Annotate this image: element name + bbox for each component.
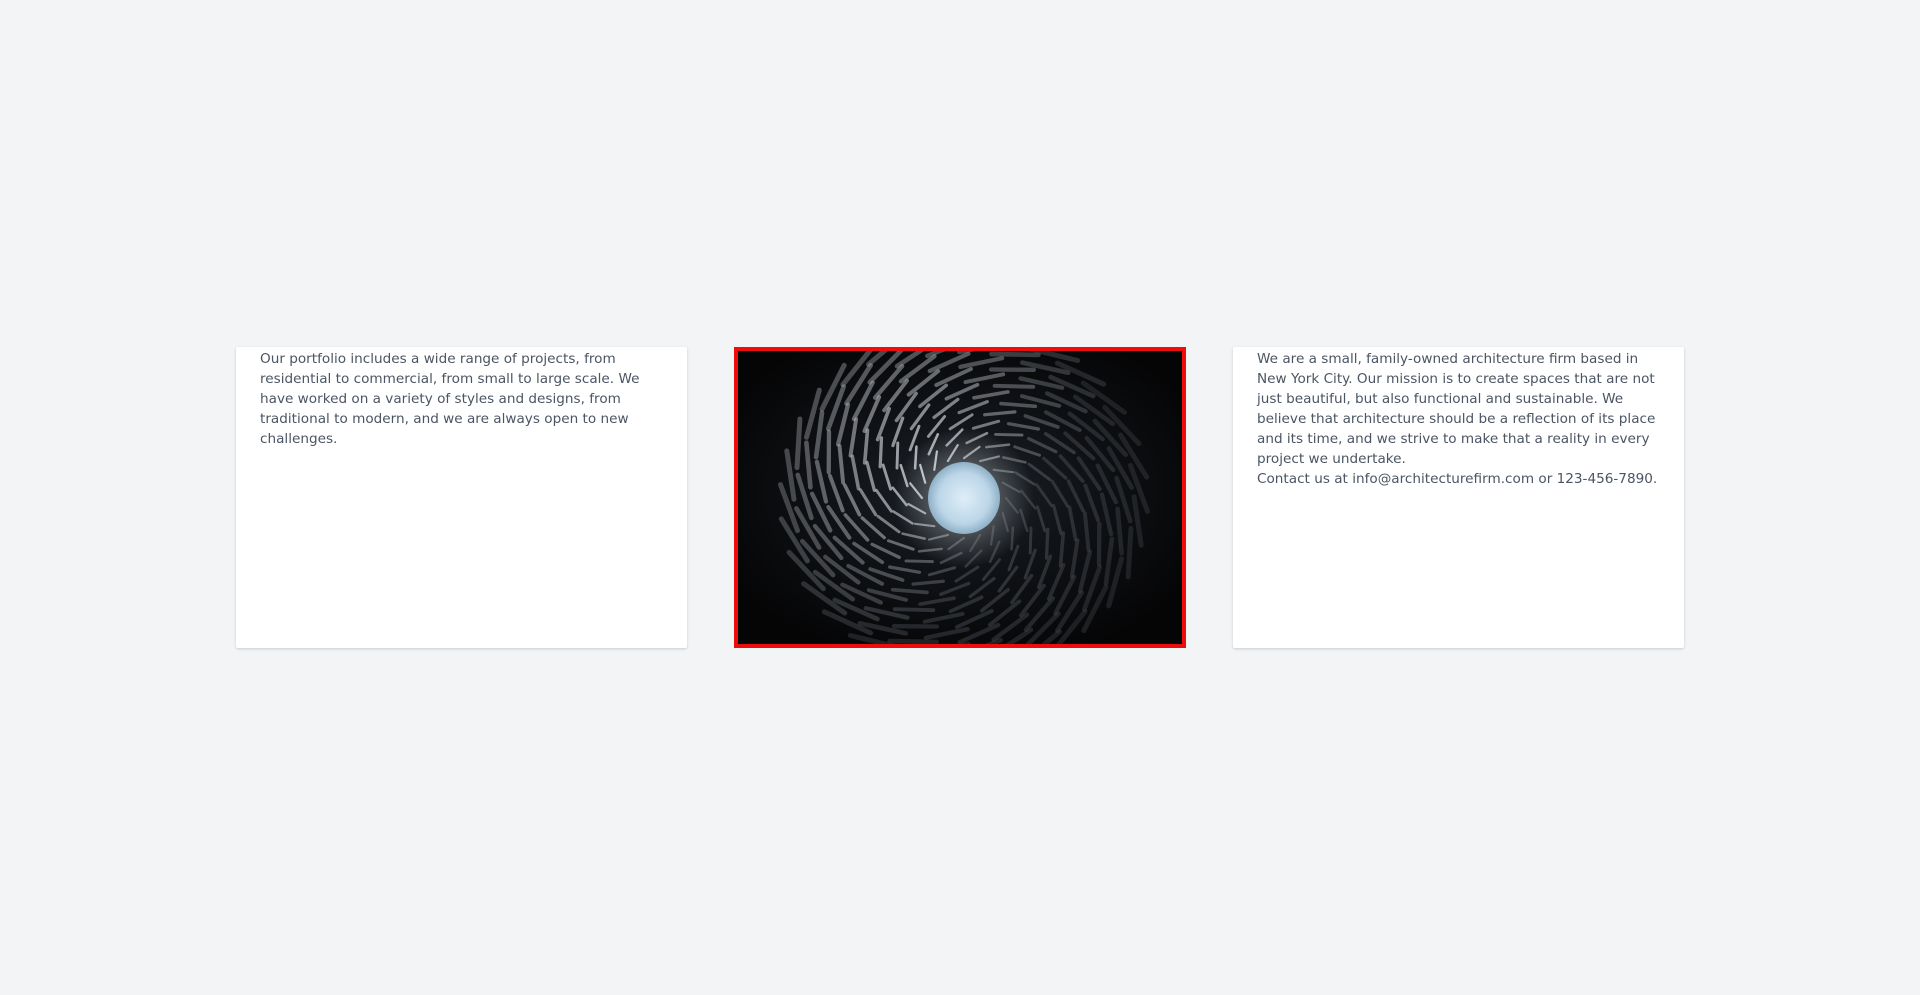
about-card: We are a small, family-owned architectur… [1233,347,1684,648]
about-card-body: We are a small, family-owned architectur… [1233,347,1684,489]
portfolio-text: Our portfolio includes a wide range of p… [260,351,640,447]
about-text: We are a small, family-owned architectur… [1257,351,1656,467]
page: Our portfolio includes a wide range of p… [0,0,1920,995]
spiral-tunnel-photo [738,351,1182,644]
portfolio-card-body: Our portfolio includes a wide range of p… [236,347,687,449]
portfolio-card: Our portfolio includes a wide range of p… [236,347,687,648]
contact-text: Contact us at info@architecturefirm.com … [1257,471,1658,487]
architecture-image-card[interactable] [734,347,1186,648]
